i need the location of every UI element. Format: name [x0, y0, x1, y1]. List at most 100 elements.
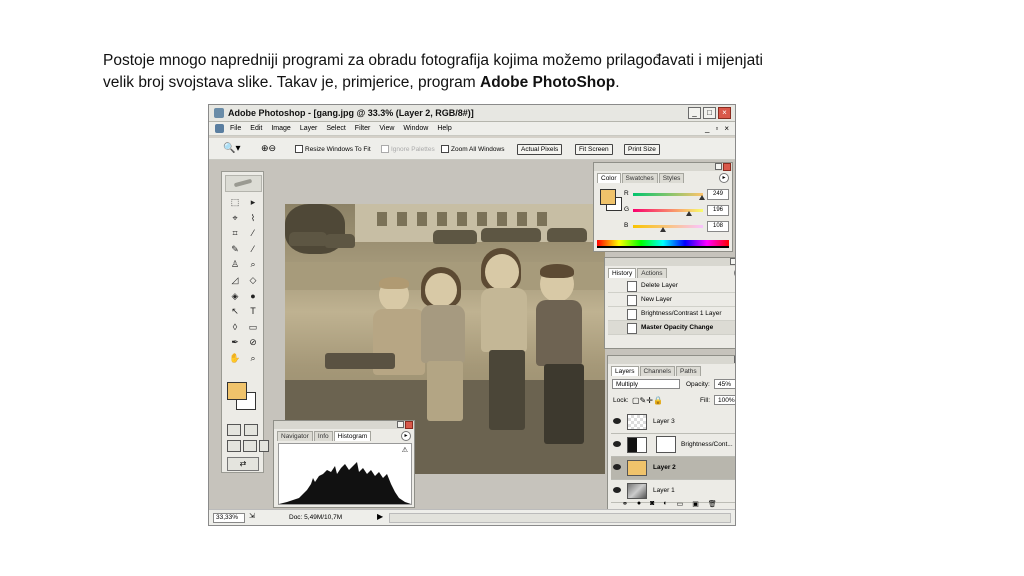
- menu-help[interactable]: Help: [437, 125, 451, 132]
- pen-tool-icon[interactable]: ◊: [228, 321, 242, 334]
- horizontal-scrollbar[interactable]: [389, 513, 731, 523]
- tab-channels[interactable]: Channels: [639, 366, 675, 376]
- tab-layers[interactable]: Layers: [611, 366, 639, 376]
- visibility-eye-icon[interactable]: [613, 487, 621, 493]
- history-brush-tool-icon[interactable]: ⌕: [246, 258, 260, 271]
- histogram-panel-menu-icon[interactable]: ▸: [401, 431, 411, 441]
- minimize-button[interactable]: _: [688, 107, 701, 119]
- jump-to-imageready-icon[interactable]: ⇄: [227, 457, 259, 471]
- color-panel-close[interactable]: [723, 163, 731, 171]
- color-fg-swatch[interactable]: [600, 189, 616, 205]
- shape-tool-icon[interactable]: ▭: [246, 321, 260, 334]
- hand-tool-icon[interactable]: ✋: [228, 352, 242, 365]
- history-item[interactable]: New Layer: [608, 293, 735, 307]
- menu-window[interactable]: Window: [403, 125, 428, 132]
- history-panel-menu-icon[interactable]: ▸: [734, 268, 735, 278]
- notes-tool-icon[interactable]: ⊘: [246, 336, 260, 349]
- magic-wand-tool-icon[interactable]: ⌇: [246, 212, 260, 225]
- eraser-tool-icon[interactable]: ◿: [228, 274, 242, 287]
- actual-pixels-button[interactable]: Actual Pixels: [517, 144, 563, 155]
- path-select-tool-icon[interactable]: ↖: [228, 305, 242, 318]
- color-panel-minimize[interactable]: [715, 163, 722, 170]
- layer-row-selected[interactable]: Layer 2: [611, 457, 735, 480]
- move-tool-icon[interactable]: ▸: [246, 196, 260, 209]
- zoom-tool-icon[interactable]: ⌕: [246, 352, 260, 365]
- stamp-tool-icon[interactable]: ♙: [228, 258, 242, 271]
- blue-slider[interactable]: [633, 225, 703, 228]
- status-menu-arrow-icon[interactable]: ▶: [377, 512, 383, 521]
- marquee-tool-icon[interactable]: ⬚: [228, 196, 242, 209]
- tab-styles[interactable]: Styles: [658, 173, 685, 183]
- tab-color[interactable]: Color: [597, 173, 621, 183]
- layer-row[interactable]: Brightness/Cont...: [611, 434, 735, 457]
- menu-layer[interactable]: Layer: [300, 125, 318, 132]
- layer-style-icon[interactable]: ●: [637, 500, 641, 508]
- green-slider-knob[interactable]: [686, 211, 692, 216]
- quick-mask-icon[interactable]: [244, 424, 258, 436]
- screen-mode-full-menu-icon[interactable]: [243, 440, 257, 452]
- bucket-tool-icon[interactable]: ◇: [246, 274, 260, 287]
- red-slider[interactable]: [633, 193, 703, 196]
- blur-tool-icon[interactable]: ◈: [228, 290, 242, 303]
- healing-tool-icon[interactable]: ✎: [228, 243, 242, 256]
- history-item-selected[interactable]: Master Opacity Change: [608, 321, 735, 335]
- lock-icons[interactable]: ▢✎✛🔒: [632, 396, 663, 405]
- print-size-button[interactable]: Print Size: [624, 144, 660, 155]
- menu-edit[interactable]: Edit: [250, 125, 262, 132]
- zoom-in-out-icons[interactable]: ⊕⊖: [261, 143, 276, 154]
- history-panel-minimize[interactable]: [730, 258, 735, 265]
- trash-icon[interactable]: 🗑: [708, 500, 717, 508]
- zoom-all-windows-checkbox[interactable]: Zoom All Windows: [441, 145, 504, 153]
- dodge-tool-icon[interactable]: ●: [246, 290, 260, 303]
- blue-value-field[interactable]: 108: [707, 221, 729, 232]
- zoom-field[interactable]: 33,33%: [213, 513, 245, 523]
- brush-tool-icon[interactable]: ⁄: [246, 243, 260, 256]
- fill-field[interactable]: 100%: [714, 395, 735, 405]
- histogram-panel-minimize[interactable]: [397, 421, 404, 428]
- green-value-field[interactable]: 196: [707, 205, 729, 216]
- screen-mode-standard-icon[interactable]: [227, 440, 241, 452]
- doc-close-button[interactable]: ×: [724, 124, 729, 133]
- adjustment-layer-icon[interactable]: ◐: [663, 500, 667, 508]
- crop-tool-icon[interactable]: ⌗: [228, 227, 242, 240]
- menu-view[interactable]: View: [379, 125, 394, 132]
- tab-navigator[interactable]: Navigator: [277, 431, 313, 441]
- link-icon[interactable]: ⚭: [622, 500, 628, 508]
- visibility-eye-icon[interactable]: [613, 464, 621, 470]
- histogram-panel-close[interactable]: [405, 421, 413, 429]
- color-swatches[interactable]: [227, 382, 257, 412]
- screen-mode-full-icon[interactable]: [259, 440, 269, 452]
- tab-info[interactable]: Info: [313, 431, 333, 441]
- doc-minimize-button[interactable]: _: [705, 124, 709, 133]
- standard-mode-icon[interactable]: [227, 424, 241, 436]
- close-button[interactable]: ×: [718, 107, 731, 119]
- slice-tool-icon[interactable]: ⁄: [246, 227, 260, 240]
- menu-image[interactable]: Image: [271, 125, 290, 132]
- menu-filter[interactable]: Filter: [355, 125, 371, 132]
- doc-restore-button[interactable]: ▫: [715, 124, 718, 133]
- opacity-field[interactable]: 45%: [714, 379, 735, 389]
- tab-histogram[interactable]: Histogram: [333, 431, 372, 441]
- zoom-tool-icon[interactable]: 🔍▾: [223, 143, 240, 154]
- red-slider-knob[interactable]: [699, 195, 705, 200]
- menu-file[interactable]: File: [230, 125, 241, 132]
- fit-screen-button[interactable]: Fit Screen: [575, 144, 613, 155]
- history-item[interactable]: Delete Layer: [608, 279, 735, 293]
- green-slider[interactable]: [633, 209, 703, 212]
- blend-mode-select[interactable]: Multiply: [612, 379, 680, 389]
- foreground-color-swatch[interactable]: [227, 382, 247, 400]
- status-icon[interactable]: ⇲: [249, 512, 255, 520]
- type-tool-icon[interactable]: T: [246, 305, 260, 318]
- visibility-eye-icon[interactable]: [613, 418, 621, 424]
- tab-swatches[interactable]: Swatches: [621, 173, 658, 183]
- photoshop-feather-icon[interactable]: [225, 175, 262, 192]
- new-group-icon[interactable]: ▭: [677, 500, 684, 508]
- document-icon[interactable]: [215, 124, 224, 133]
- red-value-field[interactable]: 249: [707, 189, 729, 200]
- blue-slider-knob[interactable]: [660, 227, 666, 232]
- lasso-tool-icon[interactable]: ⌖: [228, 212, 242, 225]
- tab-history[interactable]: History: [608, 268, 637, 278]
- tab-paths[interactable]: Paths: [675, 366, 701, 376]
- add-mask-icon[interactable]: ◙: [650, 500, 654, 508]
- visibility-eye-icon[interactable]: [613, 441, 621, 447]
